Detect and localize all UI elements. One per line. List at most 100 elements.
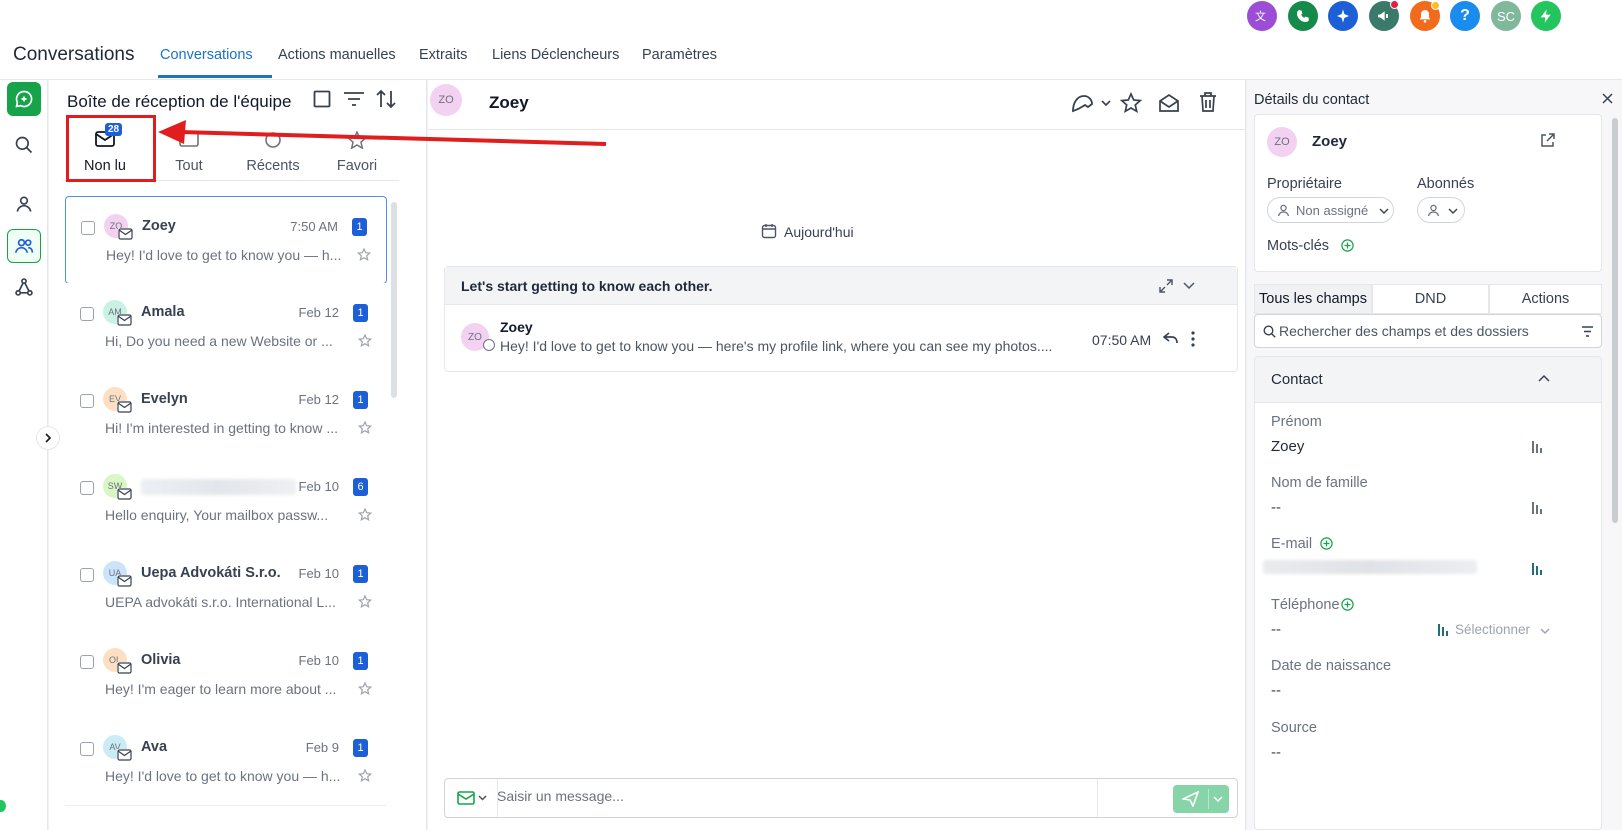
conversation-row[interactable]: UA Uepa Advokáti S.r.o. Feb 10 1 UEPA advoká… bbox=[65, 544, 387, 632]
owner-select[interactable]: Non assigné bbox=[1267, 197, 1394, 223]
search-icon[interactable] bbox=[7, 128, 41, 162]
merge-field-icon[interactable] bbox=[1437, 623, 1449, 637]
row-contact-name: Amala bbox=[141, 304, 185, 320]
user-icon[interactable] bbox=[7, 187, 41, 221]
star-icon[interactable] bbox=[358, 595, 372, 609]
row-checkbox[interactable] bbox=[81, 221, 95, 235]
avatar[interactable]: SC bbox=[1491, 1, 1521, 31]
chat-panel: ZO Zoey Aujourd'hui Let's start getting … bbox=[428, 80, 1246, 830]
external-link-icon[interactable] bbox=[1540, 133, 1555, 148]
envelope-icon bbox=[117, 488, 132, 500]
star-icon[interactable] bbox=[358, 334, 372, 348]
field-value-date-de-naissance[interactable]: -- bbox=[1271, 682, 1281, 699]
lightning-icon[interactable] bbox=[1531, 1, 1561, 31]
add-email-icon[interactable] bbox=[1320, 537, 1333, 550]
more-options-icon[interactable] bbox=[1190, 331, 1196, 347]
filter-icon[interactable] bbox=[343, 90, 365, 108]
envelope-icon bbox=[117, 575, 132, 587]
filter-tab-label: Favori bbox=[336, 158, 378, 174]
contact-scrollbar[interactable] bbox=[1612, 118, 1618, 523]
merge-field-icon[interactable] bbox=[1531, 562, 1543, 576]
add-tag-icon[interactable] bbox=[1341, 239, 1354, 252]
row-checkbox[interactable] bbox=[80, 307, 94, 321]
row-contact-name: Olivia bbox=[141, 652, 181, 668]
conversation-row[interactable]: ZO Zoey 7:50 AM 1 Hey! I'd love to get to kn… bbox=[65, 196, 387, 284]
envelope-icon bbox=[118, 228, 133, 240]
message-input[interactable] bbox=[497, 788, 1137, 804]
trash-icon[interactable] bbox=[1197, 91, 1219, 113]
chevron-down-icon[interactable] bbox=[1183, 281, 1195, 291]
row-checkbox[interactable] bbox=[80, 394, 94, 408]
sort-icon[interactable] bbox=[375, 89, 397, 109]
conversation-row[interactable]: OL Olivia Feb 10 1 Hey! I'm eager to learn m… bbox=[65, 631, 387, 719]
star-icon[interactable] bbox=[1120, 92, 1142, 114]
field-value-telephone[interactable]: -- bbox=[1271, 621, 1281, 638]
phone-select[interactable]: Sélectionner bbox=[1455, 622, 1530, 637]
chat-app-icon[interactable] bbox=[7, 82, 41, 116]
tab-extraits[interactable]: Extraits bbox=[419, 47, 467, 63]
conversation-row[interactable]: AV Ava Feb 9 1 Hey! I'd love to get to know … bbox=[65, 718, 387, 806]
top-bar: Conversations Conversations Actions manu… bbox=[0, 0, 1622, 80]
star-icon[interactable] bbox=[358, 421, 372, 435]
sparkle-icon[interactable] bbox=[1328, 1, 1358, 31]
mark-read-icon[interactable] bbox=[1158, 92, 1180, 114]
field-value-prenom[interactable]: Zoey bbox=[1271, 438, 1304, 455]
tab-actions-manuelles[interactable]: Actions manuelles bbox=[278, 47, 396, 63]
tab-dnd[interactable]: DND bbox=[1372, 284, 1489, 314]
list-scrollbar[interactable] bbox=[391, 202, 397, 398]
phone-icon[interactable] bbox=[1288, 1, 1318, 31]
contact-panel-title: Détails du contact bbox=[1254, 92, 1370, 108]
field-search-input[interactable] bbox=[1279, 323, 1569, 339]
tab-conversations[interactable]: Conversations bbox=[160, 47, 253, 63]
email-channel-icon[interactable] bbox=[457, 791, 489, 805]
team-icon[interactable] bbox=[7, 229, 41, 263]
expand-icon[interactable] bbox=[1159, 279, 1173, 293]
translate-icon[interactable]: 文 bbox=[1247, 1, 1277, 31]
network-icon[interactable] bbox=[7, 270, 41, 304]
assign-icon[interactable] bbox=[1070, 92, 1112, 114]
contact-section-header[interactable]: Contact bbox=[1255, 357, 1601, 403]
help-icon[interactable]: ? bbox=[1450, 1, 1480, 31]
date-chip-label: Aujourd'hui bbox=[784, 224, 854, 240]
chevron-down-icon bbox=[1379, 208, 1389, 214]
send-button[interactable] bbox=[1173, 785, 1229, 813]
field-label-telephone: Téléphone bbox=[1271, 597, 1340, 613]
message-sender: Zoey bbox=[500, 319, 533, 335]
row-checkbox[interactable] bbox=[80, 655, 94, 669]
chevron-down-icon[interactable] bbox=[1540, 627, 1550, 635]
thread-header[interactable]: Let's start getting to know each other. bbox=[445, 267, 1237, 305]
select-all-checkbox-icon[interactable] bbox=[313, 90, 331, 108]
row-preview: Hi, Do you need a new Website or ... bbox=[105, 333, 333, 349]
star-icon[interactable] bbox=[357, 248, 371, 262]
reply-icon[interactable] bbox=[1163, 331, 1179, 345]
conversation-row[interactable]: EV Evelyn Feb 12 1 Hi! I'm interested in get… bbox=[65, 370, 387, 458]
conversation-row[interactable]: SW Feb 10 6 Hello enquiry, Your mailbox pas… bbox=[65, 457, 387, 545]
merge-field-icon[interactable] bbox=[1531, 501, 1543, 515]
filter-icon[interactable] bbox=[1581, 326, 1594, 337]
row-checkbox[interactable] bbox=[80, 568, 94, 582]
unread-badge: 1 bbox=[352, 218, 367, 236]
envelope-icon bbox=[117, 662, 132, 674]
row-checkbox[interactable] bbox=[80, 742, 94, 756]
followers-select[interactable] bbox=[1417, 197, 1465, 223]
tab-liens-declencheurs[interactable]: Liens Déclencheurs bbox=[492, 47, 619, 63]
conversation-row[interactable]: AM Amala Feb 12 1 Hi, Do you need a new Webs… bbox=[65, 283, 387, 371]
row-time: Feb 10 bbox=[298, 653, 339, 668]
tab-actions[interactable]: Actions bbox=[1489, 284, 1602, 314]
merge-field-icon[interactable] bbox=[1531, 440, 1543, 454]
field-value-source[interactable]: -- bbox=[1271, 744, 1281, 761]
row-contact-name: Evelyn bbox=[141, 391, 188, 407]
tab-parametres[interactable]: Paramètres bbox=[642, 47, 717, 63]
star-icon[interactable] bbox=[358, 508, 372, 522]
chevron-up-icon[interactable] bbox=[1538, 374, 1550, 383]
chat-avatar: ZO bbox=[430, 84, 462, 116]
add-phone-icon[interactable] bbox=[1341, 598, 1354, 611]
expand-chevron-icon[interactable] bbox=[36, 426, 60, 450]
close-icon[interactable] bbox=[1602, 93, 1613, 104]
tab-tous-les-champs[interactable]: Tous les champs bbox=[1254, 284, 1372, 314]
row-checkbox[interactable] bbox=[80, 481, 94, 495]
field-value-nom-de-famille[interactable]: -- bbox=[1271, 499, 1281, 516]
star-icon[interactable] bbox=[358, 682, 372, 696]
star-icon[interactable] bbox=[358, 769, 372, 783]
owner-label: Propriétaire bbox=[1267, 176, 1342, 192]
